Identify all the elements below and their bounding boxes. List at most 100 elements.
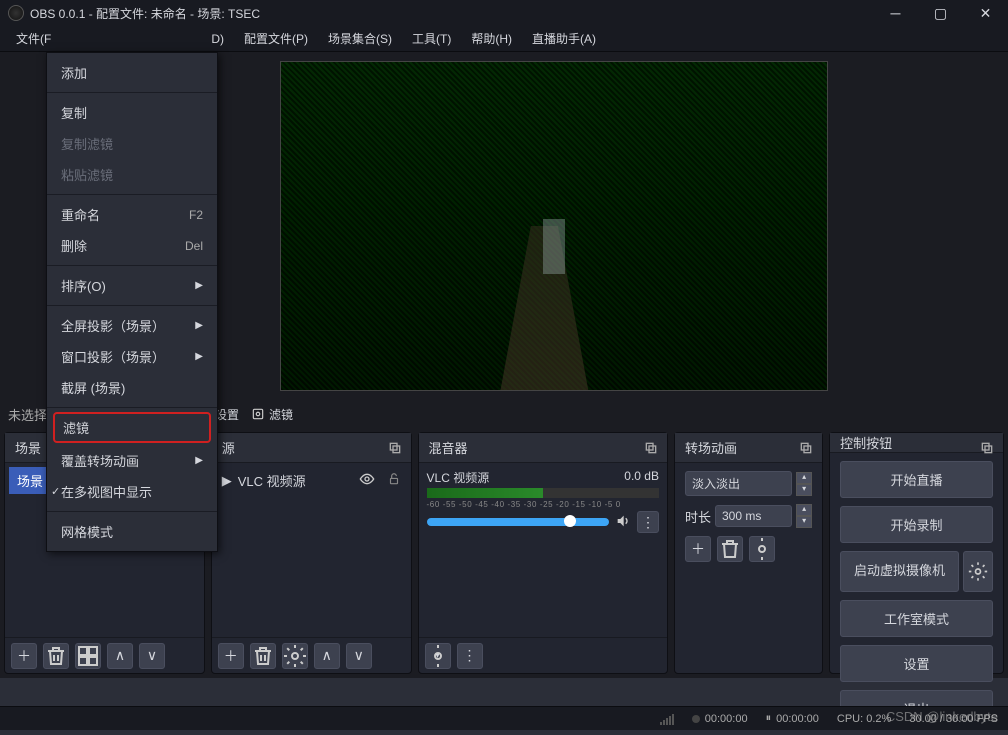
delete-transition-button[interactable] [717,536,743,562]
duration-label: 时长 [685,507,711,526]
close-button[interactable]: ✕ [963,0,1008,26]
mixer-advanced-button[interactable]: ⋮ [457,643,483,669]
speaker-icon[interactable] [615,513,631,532]
menu-scene-collections[interactable]: 场景集合(S) [318,27,402,50]
transition-buttons: ＋ [679,532,818,566]
spin-up-icon[interactable]: ▴ [796,472,812,484]
cm-multiview-show[interactable]: ✓在多视图中显示 [47,476,217,507]
menu-tools[interactable]: 工具(T) [402,27,461,50]
figure-image [543,219,565,274]
cm-override-transition[interactable]: 覆盖转场动画▶ [47,445,217,476]
add-transition-button[interactable]: ＋ [685,536,711,562]
popout-icon[interactable] [979,440,995,456]
sources-list[interactable]: ▶ VLC 视频源 [212,463,411,637]
controls-title: 控制按钮 [840,433,892,452]
cm-fullscreen-proj[interactable]: 全屏投影（场景）▶ [47,310,217,341]
menu-profiles[interactable]: 配置文件(P) [234,27,318,50]
transition-select[interactable]: 淡入淡出 [685,471,792,496]
add-source-button[interactable]: ＋ [218,643,244,669]
source-properties-button[interactable] [282,643,308,669]
transitions-header: 转场动画 [675,433,822,463]
transitions-body: 淡入淡出 ▴ ▾ 时长 300 ms ▴ ▾ ＋ [675,463,822,673]
menu-help[interactable]: 帮助(H) [461,27,522,50]
cm-filters[interactable]: 滤镜 [53,412,211,443]
menu-bar: 文件(F D) 配置文件(P) 场景集合(S) 工具(T) 帮助(H) 直播助手… [0,26,1008,52]
record-time: ⏸00:00:00 [766,712,819,725]
spin-down-icon[interactable]: ▾ [796,484,812,496]
cm-rename[interactable]: 重命名F2 [47,199,217,230]
visibility-icon[interactable] [359,471,375,490]
menu-d[interactable]: D) [201,29,234,49]
source-down-button[interactable]: ∨ [346,643,372,669]
delete-source-button[interactable] [250,643,276,669]
source-filters-button[interactable]: 滤镜 [251,406,293,423]
spin-up-icon[interactable]: ▴ [796,504,812,516]
mixer-settings-button[interactable]: ▾ [425,643,451,669]
chevron-right-icon: ▶ [195,351,203,362]
popout-icon[interactable] [387,440,403,456]
studio-mode-button[interactable]: 工作室模式 [840,600,993,637]
duration-input[interactable]: 300 ms [715,505,792,527]
mixer-menu-button[interactable]: ⋮ [637,511,659,533]
cm-screenshot[interactable]: 截屏 (场景) [47,372,217,403]
no-selection-label: 未选择 [8,405,47,424]
separator [47,305,217,306]
cm-paste-filters: 粘贴滤镜 [47,159,217,190]
fps-display: 30.00 / 30.00 FPS [909,713,998,725]
sources-dock: 源 ▶ VLC 视频源 ＋ ∧ ∨ [211,432,412,674]
transition-properties-button[interactable] [749,536,775,562]
lock-icon[interactable] [387,472,401,489]
popout-icon[interactable] [643,440,659,456]
source-up-button[interactable]: ∧ [314,643,340,669]
mixer-channel-name: VLC 视频源 [427,469,490,486]
cm-window-proj[interactable]: 窗口投影（场景）▶ [47,341,217,372]
scene-up-button[interactable]: ∧ [107,643,133,669]
title-bar: OBS 0.0.1 - 配置文件: 未命名 - 场景: TSEC ─ ▢ ✕ [0,0,1008,26]
vcam-settings-button[interactable] [963,551,993,592]
vcam-row: 启动虚拟摄像机 [840,551,993,592]
popout-icon[interactable] [798,440,814,456]
start-stream-button[interactable]: 开始直播 [840,461,993,498]
cm-add[interactable]: 添加 [47,57,217,88]
slider-thumb[interactable] [564,515,576,527]
meter-ticks: -60 -55 -50 -45 -40 -35 -30 -25 -20 -15 … [427,500,659,509]
volume-slider[interactable] [427,518,609,526]
start-record-button[interactable]: 开始录制 [840,506,993,543]
preview-canvas[interactable] [280,61,828,391]
separator [47,92,217,93]
scenes-title: 场景 [15,438,41,457]
menu-file[interactable]: 文件(F [6,27,61,50]
spin-down-icon[interactable]: ▾ [796,516,812,528]
cm-copy[interactable]: 复制 [47,97,217,128]
sources-title: 源 [222,438,235,457]
cm-order[interactable]: 排序(O)▶ [47,270,217,301]
filters-label: 滤镜 [269,406,293,423]
stream-time: 00:00:00 [692,713,748,725]
separator [47,511,217,512]
transition-select-row: 淡入淡出 ▴ ▾ [679,467,818,500]
window-controls: ─ ▢ ✕ [873,0,1008,26]
cm-copy-filters: 复制滤镜 [47,128,217,159]
controls-header: 控制按钮 [830,433,1003,453]
cm-grid-mode[interactable]: 网格模式 [47,516,217,547]
duration-row: 时长 300 ms ▴ ▾ [679,500,818,532]
menu-live-assist[interactable]: 直播助手(A) [522,27,606,50]
settings-label: 设置 [215,406,239,423]
add-scene-button[interactable]: ＋ [11,643,37,669]
scene-down-button[interactable]: ∨ [139,643,165,669]
minimize-button[interactable]: ─ [873,0,918,26]
scene-filters-button[interactable] [75,643,101,669]
chevron-right-icon: ▶ [195,320,203,331]
settings-button[interactable]: 设置 [840,645,993,682]
stream-dot-icon [692,715,700,723]
controls-body: 开始直播 开始录制 启动虚拟摄像机 工作室模式 设置 退出 [830,453,1003,735]
maximize-button[interactable]: ▢ [918,0,963,26]
separator [47,194,217,195]
source-item[interactable]: ▶ VLC 视频源 [216,467,407,494]
cm-delete[interactable]: 删除Del [47,230,217,261]
scene-context-menu: 添加 复制 复制滤镜 粘贴滤镜 重命名F2 删除Del 排序(O)▶ 全屏投影（… [46,52,218,552]
transition-spin: ▴ ▾ [796,472,812,496]
separator [47,407,217,408]
start-vcam-button[interactable]: 启动虚拟摄像机 [840,551,959,592]
delete-scene-button[interactable] [43,643,69,669]
